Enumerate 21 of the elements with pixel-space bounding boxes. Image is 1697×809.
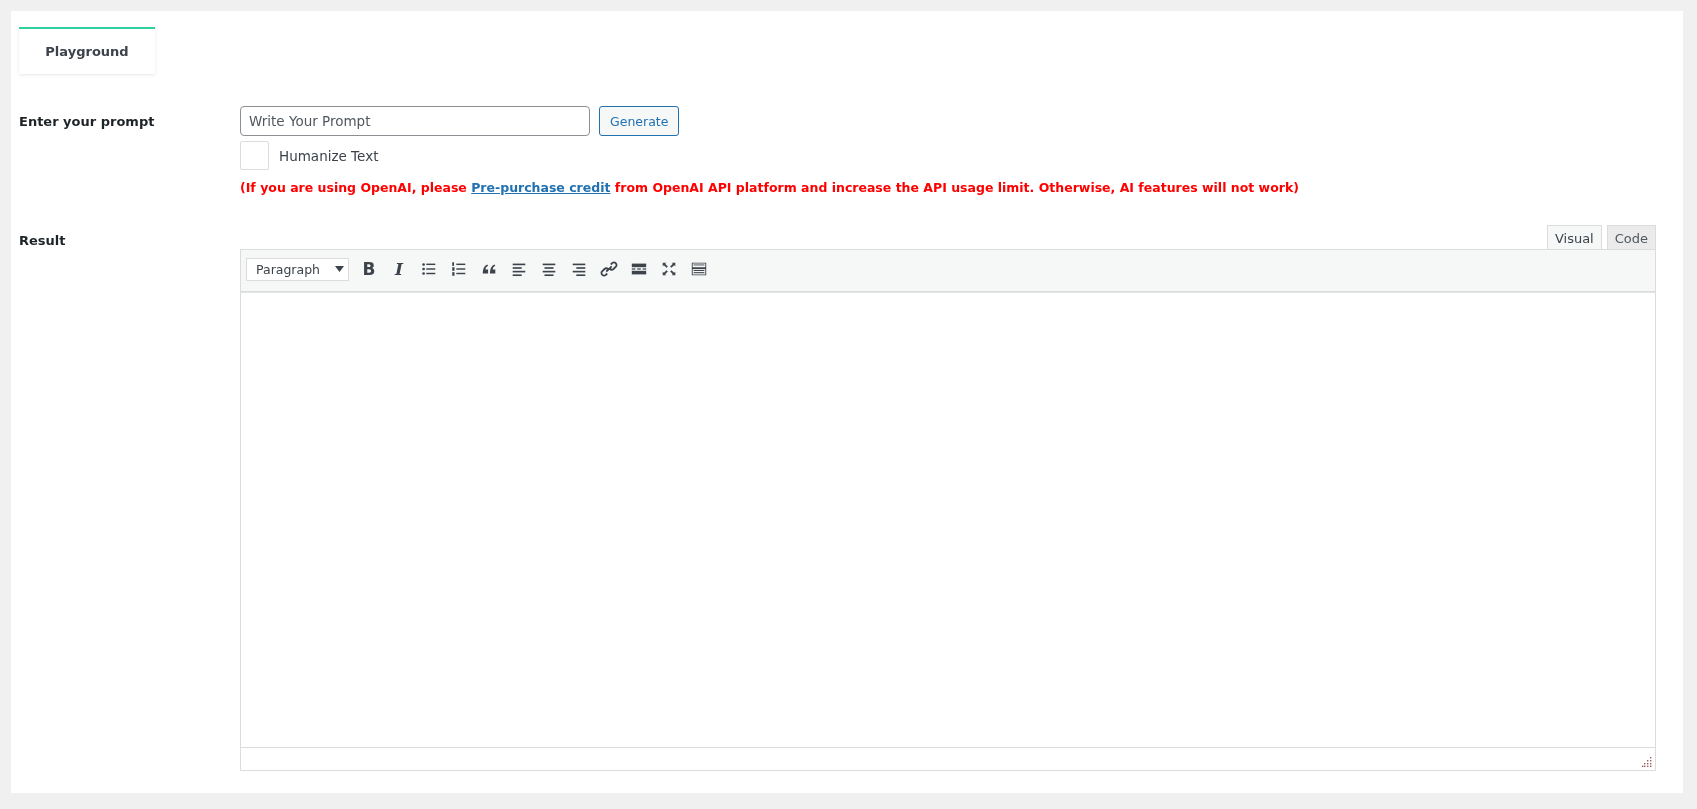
editor-mode-tab[interactable]: Visual: [1546, 225, 1602, 250]
editor-mode-tab[interactable]: Code: [1606, 225, 1656, 250]
resize-handle-icon[interactable]: [1642, 757, 1652, 767]
caret-icon: [335, 266, 344, 272]
openai-credit-notice: (If you are using OpenAI, please Pre-purchase credit from OpenAI API platform and increase the API usage limit. Otherwise, AI features will not work): [240, 180, 1300, 195]
numbered-list-icon: [450, 260, 468, 278]
generate-button[interactable]: Generate: [599, 106, 680, 136]
result-label: Result: [19, 232, 67, 250]
playground-tab[interactable]: Playground: [19, 27, 155, 74]
humanize-checkbox[interactable]: [240, 141, 269, 170]
format-dropdown[interactable]: Paragraph: [246, 257, 349, 281]
pre-purchase-credit-link[interactable]: Pre-purchase credit: [471, 180, 611, 195]
prompt-input-field[interactable]: Write Your Prompt: [240, 106, 590, 136]
link-icon: [600, 260, 618, 278]
humanize-label: Humanize Text: [279, 147, 379, 164]
prompt-label: Enter your prompt: [19, 113, 156, 131]
italic-button[interactable]: I: [386, 256, 412, 282]
fullscreen-icon: [660, 260, 678, 278]
bulleted-list-icon: [420, 260, 438, 278]
keyboard-icon: [690, 260, 708, 278]
bold-button[interactable]: B: [356, 256, 382, 282]
